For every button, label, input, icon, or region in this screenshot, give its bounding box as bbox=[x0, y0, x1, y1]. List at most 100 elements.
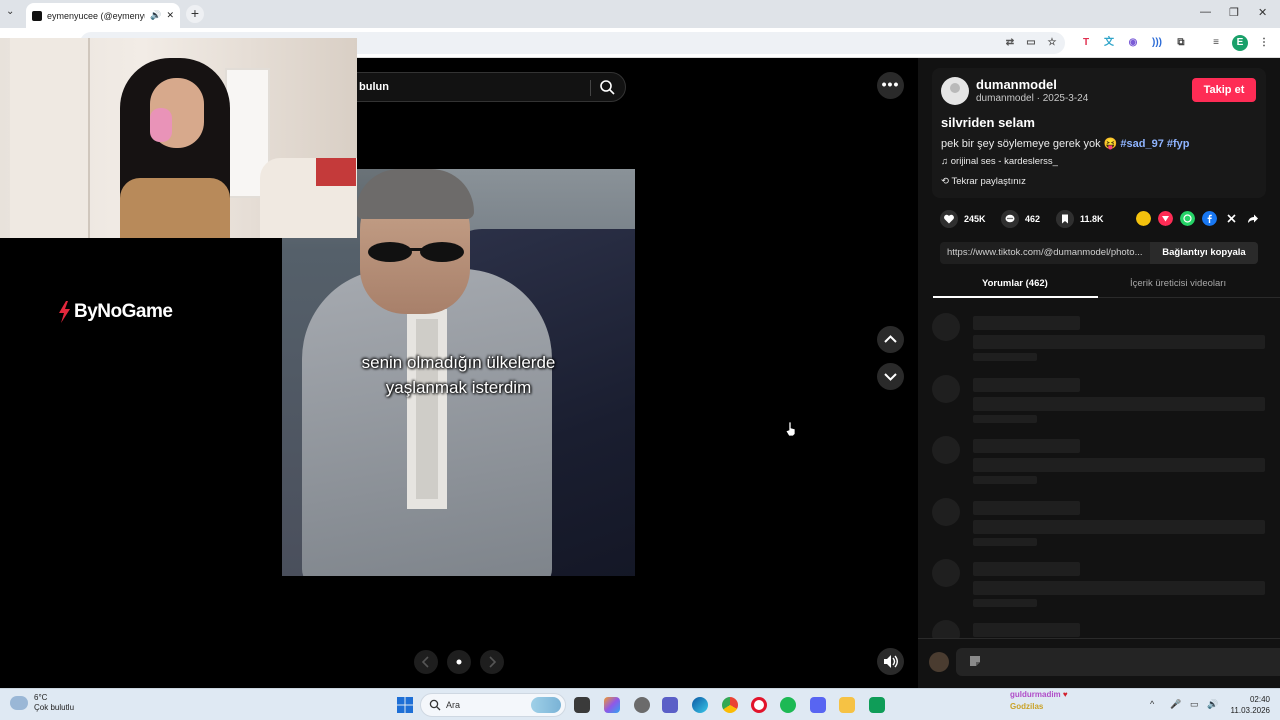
heart-icon bbox=[940, 210, 958, 228]
previous-post-button[interactable] bbox=[877, 326, 904, 353]
comment-tabs: Yorumlar (462) İçerik üreticisi videolar… bbox=[933, 270, 1280, 298]
user-avatar[interactable] bbox=[941, 77, 969, 105]
discord-icon[interactable] bbox=[810, 697, 826, 713]
bookmark-icon bbox=[1056, 210, 1074, 228]
hashtag-link[interactable]: #fyp bbox=[1167, 138, 1190, 150]
whatsapp-icon[interactable] bbox=[1180, 211, 1195, 226]
media-control-icon[interactable]: ≡ bbox=[1208, 35, 1224, 51]
volume-button[interactable] bbox=[877, 648, 904, 675]
new-tab-button[interactable]: + bbox=[186, 5, 204, 23]
teams-icon[interactable] bbox=[662, 697, 678, 713]
volume-tray-icon[interactable]: 🔊 bbox=[1207, 699, 1218, 710]
tab-creator-videos[interactable]: İçerik üreticisi videoları bbox=[1130, 278, 1226, 289]
extension-audio-icon[interactable]: ))) bbox=[1149, 35, 1165, 51]
post-url: https://www.tiktok.com/@dumanmodel/photo… bbox=[947, 247, 1143, 258]
close-window-button[interactable]: ✕ bbox=[1258, 6, 1267, 19]
tab-comments[interactable]: Yorumlar (462) bbox=[982, 278, 1048, 289]
tray-expand-icon[interactable]: ^ bbox=[1150, 699, 1154, 709]
facebook-icon[interactable] bbox=[1202, 211, 1217, 226]
dot-icon bbox=[456, 659, 462, 665]
cam-door bbox=[10, 38, 90, 238]
browser-tab[interactable]: eymenyucee (@eymenyucee) 🔊 ✕ bbox=[26, 3, 180, 28]
copilot-icon[interactable] bbox=[604, 697, 620, 713]
like-button[interactable]: 245K bbox=[940, 210, 986, 228]
extension-translate-icon[interactable]: 文 bbox=[1101, 35, 1117, 51]
photo-pager bbox=[414, 650, 504, 674]
weather-widget[interactable]: 6°C Çok bulutlu bbox=[10, 693, 74, 713]
edge-icon[interactable] bbox=[692, 697, 708, 713]
handle-date: dumanmodel · 2025-3-24 bbox=[976, 93, 1089, 104]
comment-button[interactable]: 462 bbox=[1001, 210, 1040, 228]
clock-time: 02:40 bbox=[1249, 695, 1270, 704]
extension-t-icon[interactable]: T bbox=[1078, 35, 1094, 51]
comment-skeleton bbox=[932, 620, 1272, 638]
app-icon[interactable] bbox=[869, 697, 885, 713]
taskbar-search[interactable]: Ara bbox=[420, 693, 566, 717]
caption-line-1: senin olmadığın ülkelerde bbox=[361, 353, 556, 372]
taskview-icon[interactable] bbox=[574, 697, 590, 713]
copy-link-button[interactable]: Bağlantıyı kopyala bbox=[1150, 242, 1258, 264]
follow-button[interactable]: Takip et bbox=[1192, 78, 1256, 102]
sticker-icon[interactable] bbox=[968, 654, 982, 668]
hashtag-link[interactable]: #sad_97 bbox=[1120, 138, 1163, 150]
settings-icon[interactable] bbox=[634, 697, 650, 713]
minimize-button[interactable]: — bbox=[1200, 6, 1211, 18]
chrome-icon[interactable] bbox=[722, 697, 738, 713]
watermark-text: ByNoGame bbox=[74, 301, 173, 322]
cast-icon[interactable]: ▭ bbox=[1023, 35, 1039, 51]
search-divider bbox=[590, 80, 591, 96]
comment-skeleton bbox=[932, 498, 1272, 554]
opera-icon[interactable] bbox=[751, 697, 767, 713]
send-share-icon[interactable] bbox=[1158, 211, 1173, 226]
browser-tab-bar: ⌄ eymenyucee (@eymenyucee) 🔊 ✕ + — ❐ ✕ bbox=[0, 0, 1280, 28]
photo-caption: senin olmadığın ülkelerde yaşlanmak iste… bbox=[282, 350, 635, 400]
tab-title: eymenyucee (@eymenyucee) bbox=[47, 10, 145, 21]
forward-share-icon[interactable] bbox=[1245, 211, 1260, 226]
extensions-puzzle-icon[interactable]: ⧉ bbox=[1173, 35, 1189, 51]
coin-share-icon[interactable] bbox=[1136, 211, 1151, 226]
windows-taskbar: 6°C Çok bulutlu Ara guldurmadim ♥ Godzil… bbox=[0, 688, 1280, 720]
network-icon[interactable]: ▭ bbox=[1190, 699, 1199, 710]
extension-ai-icon[interactable]: ◉ bbox=[1125, 35, 1141, 51]
comment-input[interactable] bbox=[956, 648, 1280, 676]
weather-desc: Çok bulutlu bbox=[34, 703, 75, 712]
speaker-icon bbox=[884, 655, 898, 668]
music-link[interactable]: ♫ orijinal ses - kardeslerss_ bbox=[941, 156, 1058, 167]
chevron-left-icon bbox=[421, 656, 429, 668]
bynogame-logo-icon bbox=[59, 301, 70, 323]
next-post-button[interactable] bbox=[877, 363, 904, 390]
system-clock[interactable]: 02:40 11.03.2026 bbox=[1222, 694, 1270, 716]
microphone-icon[interactable]: 🎤 bbox=[1170, 699, 1181, 710]
cam-headphones bbox=[150, 108, 172, 142]
next-photo-button[interactable] bbox=[480, 650, 504, 674]
restore-button[interactable]: ❐ bbox=[1229, 6, 1239, 19]
more-options-button[interactable]: ••• bbox=[877, 72, 904, 99]
x-icon[interactable] bbox=[1224, 211, 1239, 226]
webcam-overlay bbox=[0, 38, 357, 238]
search-input[interactable]: bulun bbox=[340, 72, 626, 102]
chevron-right-icon bbox=[489, 656, 497, 668]
post-description: pek bir şey söylemeye gerek yok 😝 #sad_9… bbox=[941, 137, 1190, 150]
photo-tie bbox=[416, 319, 438, 499]
bookmark-star-icon[interactable]: ☆ bbox=[1044, 35, 1060, 51]
like-count: 245K bbox=[964, 214, 986, 224]
prev-photo-button[interactable] bbox=[414, 650, 438, 674]
taskbar-search-label: Ara bbox=[446, 700, 461, 710]
active-tab-indicator bbox=[933, 296, 1098, 298]
username[interactable]: dumanmodel bbox=[976, 77, 1057, 92]
spotify-icon[interactable] bbox=[780, 697, 796, 713]
tab-close-icon[interactable]: ✕ bbox=[166, 10, 174, 21]
profile-icon[interactable]: E bbox=[1232, 35, 1248, 51]
file-explorer-icon[interactable] bbox=[839, 697, 855, 713]
translate-icon[interactable]: ⇄ bbox=[1002, 35, 1018, 51]
windows-start-icon[interactable] bbox=[397, 697, 413, 713]
search-icon bbox=[429, 699, 441, 711]
tab-list-icon[interactable]: ⌄ bbox=[6, 6, 14, 17]
stream-line-1: guldurmadim bbox=[1010, 690, 1061, 699]
browser-menu-icon[interactable]: ⋮ bbox=[1256, 35, 1272, 51]
repost-label: ⟲ Tekrar paylaştınız bbox=[941, 176, 1026, 187]
search-icon[interactable] bbox=[599, 79, 615, 95]
save-button[interactable]: 11.8K bbox=[1056, 210, 1104, 228]
audio-icon[interactable]: 🔊 bbox=[150, 10, 161, 21]
post-detail-panel: dumanmodel dumanmodel · 2025-3-24 Takip … bbox=[918, 58, 1280, 688]
